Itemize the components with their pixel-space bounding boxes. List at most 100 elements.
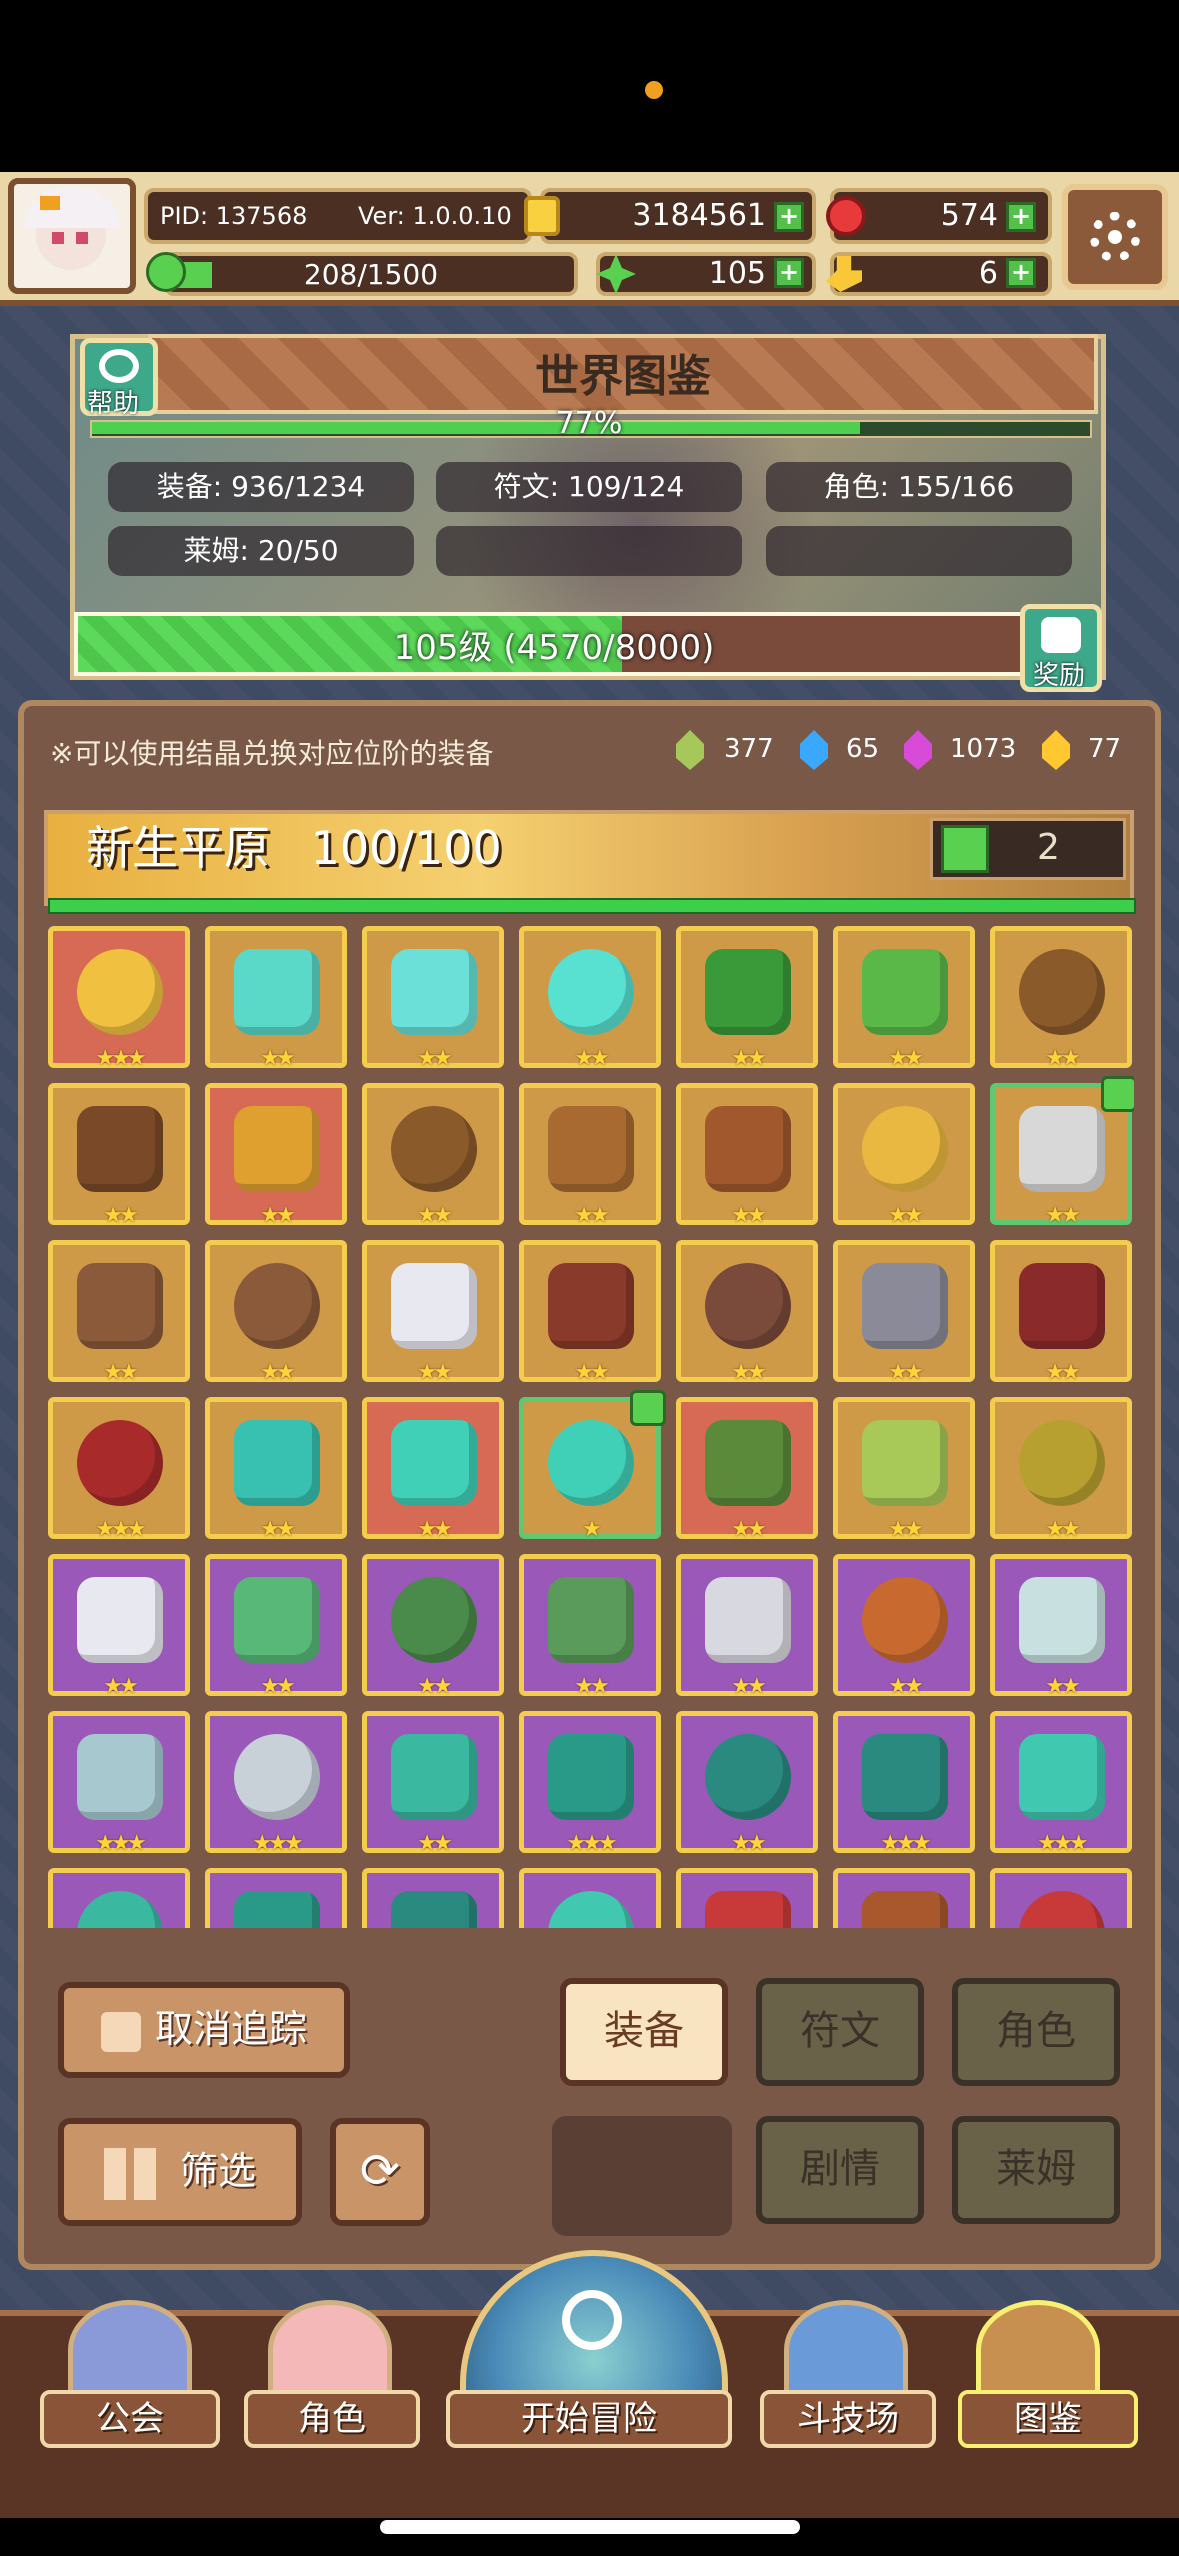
star-rating: ★★★ [95,1517,146,1542]
item-tile[interactable]: ★★ [676,1240,818,1385]
star-rating: ★★★ [95,1831,146,1856]
item-tile[interactable]: ★★ [362,926,504,1071]
item-tile[interactable]: ★★ [519,926,661,1071]
magnifier-icon [562,2290,622,2350]
item-tile[interactable] [990,1868,1132,1928]
nav-guild[interactable]: 公会 [40,2390,220,2448]
leaf-armor-icon [862,949,948,1035]
item-tile[interactable]: ★★ [205,1397,347,1542]
exp-text: 208/1500 [303,258,439,291]
settings-button[interactable] [1062,184,1168,290]
item-icon [234,1891,320,1928]
mask-icon [1019,1420,1105,1506]
item-tile[interactable]: ★★ [833,1083,975,1228]
item-tile[interactable]: ★★ [48,1554,190,1699]
item-tile[interactable] [676,1868,818,1928]
reset-button[interactable]: ⟳ [330,2118,430,2226]
item-tile[interactable]: ★★ [362,1711,504,1856]
item-tile[interactable]: ★★ [990,1240,1132,1385]
item-tile[interactable] [205,1868,347,1928]
item-tile[interactable]: ★★ [205,1240,347,1385]
star-rating: ★★ [417,1046,452,1071]
nav-character[interactable]: 角色 [244,2390,420,2448]
item-tile[interactable]: ★★ [519,1083,661,1228]
item-tile[interactable] [362,1868,504,1928]
item-tile[interactable]: ★★ [362,1083,504,1228]
gift-icon [1041,617,1081,653]
gold-add-button[interactable]: + [774,202,804,232]
item-tile[interactable]: ★★ [48,1083,190,1228]
tab-runes[interactable]: 符文 [756,1978,924,2086]
nav-arena[interactable]: 斗技场 [760,2390,936,2448]
like-badge[interactable]: 2 [930,818,1126,880]
home-indicator [380,2520,800,2534]
tab-story[interactable]: 剧情 [756,2116,924,2224]
help-button[interactable]: 帮助 [80,338,158,419]
item-tile[interactable]: ★★ [205,1083,347,1228]
item-tile[interactable]: ★★ [676,1554,818,1699]
item-tile[interactable]: ★★ [676,1083,818,1228]
item-tile[interactable]: ★★ [676,926,818,1071]
item-tile[interactable]: ★★ [362,1397,504,1542]
item-tile[interactable]: ★★ [519,1554,661,1699]
tab-slimes[interactable]: 莱姆 [952,2116,1120,2224]
grid-icon [103,2147,156,2200]
hammer-icon [548,1263,634,1349]
star-rating: ★★ [1045,1203,1080,1228]
ruby-add-button[interactable]: + [1006,202,1036,232]
item-tile[interactable]: ★★★ [990,1711,1132,1856]
item-tile[interactable]: ★★ [362,1240,504,1385]
clover-add-button[interactable]: + [774,258,804,288]
fur-ring-icon [77,1263,163,1349]
item-tile[interactable] [519,1868,661,1928]
item-icon [77,1891,163,1928]
item-tile[interactable]: ★★ [990,926,1132,1071]
item-tile[interactable]: ★★ [205,1554,347,1699]
item-tile[interactable]: ★★★ [519,1711,661,1856]
item-tile[interactable]: ★★ [205,926,347,1071]
tab-equipment[interactable]: 装备 [560,1978,728,2086]
item-tile[interactable]: ★★ [990,1397,1132,1542]
item-tile[interactable]: ★★★ [48,926,190,1071]
item-tile[interactable]: ★★ [676,1397,818,1542]
ruby-icon [826,196,866,236]
tab-characters[interactable]: 角色 [952,1978,1120,2086]
item-tile[interactable]: ★★ [833,1397,975,1542]
item-tile[interactable]: ★★ [990,1554,1132,1699]
item-tile[interactable]: ★★ [833,926,975,1071]
item-tile[interactable]: ★★ [833,1554,975,1699]
star-rating: ★★ [1045,1517,1080,1542]
stat-runes: 符文: 109/124 [436,462,742,512]
item-tile[interactable]: ★★ [676,1711,818,1856]
jar-icon [234,1263,320,1349]
item-tile[interactable]: ★★ [48,1240,190,1385]
item-tile[interactable]: ★★ [519,1240,661,1385]
item-tile[interactable]: ★ [519,1390,666,1542]
star-rating: ★★★ [1037,1831,1088,1856]
key-add-button[interactable]: + [1006,258,1036,288]
filter-button[interactable]: 筛选 [58,2118,302,2226]
untrack-button[interactable]: 取消追踪 [58,1982,350,2078]
item-tile[interactable]: ★★★ [205,1711,347,1856]
star-rating: ★★ [731,1674,766,1699]
item-tile[interactable] [833,1868,975,1928]
item-tile[interactable]: ★★★ [48,1397,190,1542]
untrack-label: 取消追踪 [154,2007,307,2051]
gem-ring-icon [862,1106,948,1192]
item-tile[interactable]: ★★★ [48,1711,190,1856]
player-avatar[interactable] [8,178,136,294]
reward-button[interactable]: 奖励 [1020,604,1102,692]
item-tile[interactable]: ★★ [833,1240,975,1385]
version-label: Ver: 1.0.0.10 [358,202,512,230]
item-tile[interactable]: ★★ [362,1554,504,1699]
region-progress-bar [48,898,1136,914]
item-tile[interactable]: ★★★ [833,1711,975,1856]
necklace-icon [705,1263,791,1349]
nav-start-adventure[interactable]: 开始冒险 [446,2390,732,2448]
pearl-icon [391,1263,477,1349]
nav-encyclopedia[interactable]: 图鉴 [958,2390,1138,2448]
item-tile[interactable]: ★★ [990,1076,1134,1228]
item-tile[interactable] [48,1868,190,1928]
reward-label: 奖励 [1033,661,1086,691]
star-rating: ★★ [260,1674,295,1699]
